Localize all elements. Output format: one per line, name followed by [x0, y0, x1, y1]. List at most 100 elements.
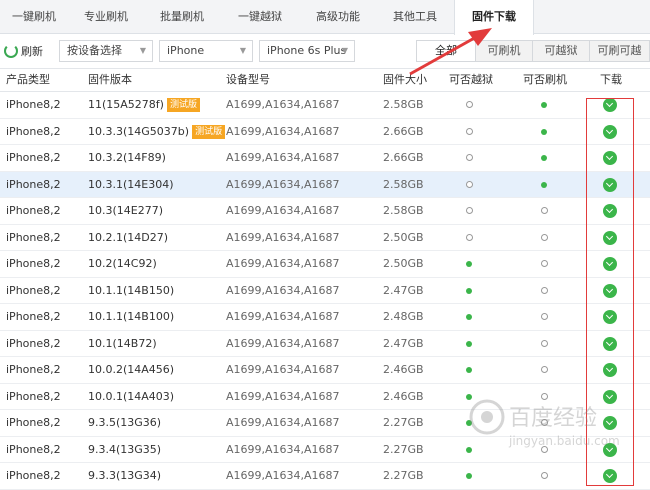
flash-no-circle-icon — [541, 472, 548, 479]
header-firmware-version[interactable]: 固件版本 — [88, 69, 132, 93]
download-icon[interactable] — [603, 389, 617, 404]
header-product-type[interactable]: 产品类型 — [6, 69, 50, 93]
select-by-device-dropdown[interactable]: 按设备选择 ▼ — [59, 40, 153, 62]
table-row[interactable]: iPhone8,2 10.3(14E277) A1699,A1634,A1687 2.… — [0, 198, 650, 225]
filter-flash-jailbreak-button[interactable]: 可刷可越 — [589, 40, 650, 62]
download-icon[interactable] — [603, 310, 617, 324]
cell-product-type: iPhone8,2 — [6, 283, 61, 297]
cell-firmware-version: 10.0.1(14A403) — [88, 384, 174, 410]
flash-no-circle-icon — [541, 286, 548, 294]
jailbreak-yes-dot-icon — [466, 420, 472, 426]
header-jailbreakable[interactable]: 可否越狱 — [449, 69, 493, 93]
table-row[interactable]: iPhone8,2 10.3.3(14G5037b) 测试版 A1699,A1634,… — [0, 119, 650, 145]
tab-other-tools[interactable]: 其他工具 — [376, 0, 454, 34]
firmware-version-text: 10.3.2(14F89) — [88, 151, 166, 164]
filter-flashable-button[interactable]: 可刷机 — [475, 40, 533, 62]
header-firmware-size[interactable]: 固件大小 — [383, 69, 427, 93]
jailbreak-yes-dot-icon — [466, 287, 472, 294]
download-icon[interactable] — [603, 336, 617, 351]
table-row[interactable]: iPhone8,2 10.2(14C92) A1699,A1634,A1687 2.5… — [0, 251, 650, 278]
table-row[interactable]: iPhone8,2 10.1.1(14B150) A1699,A1634,A1687… — [0, 278, 650, 304]
device-model-dropdown[interactable]: iPhone 6s Plus ▼ — [259, 40, 355, 62]
download-icon[interactable] — [603, 230, 617, 245]
jailbreak-yes-dot-icon — [466, 393, 472, 400]
cell-product-type: iPhone8,2 — [6, 177, 61, 191]
chevron-down-icon: ▼ — [139, 46, 146, 55]
cell-firmware-size: 2.50GB — [383, 230, 424, 244]
download-icon[interactable] — [603, 283, 617, 298]
table-row[interactable]: iPhone8,2 9.3.5(13G36) A1699,A1634,A1687 2.… — [0, 410, 650, 437]
cell-firmware-version: 10.3.2(14F89) — [88, 145, 166, 171]
table-row[interactable]: iPhone8,2 10.3.2(14F89) A1699,A1634,A1687 2… — [0, 145, 650, 172]
cell-firmware-size: 2.58GB — [383, 177, 424, 191]
download-icon[interactable] — [603, 98, 617, 112]
flash-no-circle-icon — [541, 233, 548, 241]
firmware-version-text: 10.1.1(14B150) — [88, 283, 175, 297]
cell-device-model: A1699,A1634,A1687 — [226, 416, 340, 429]
download-icon[interactable] — [603, 151, 617, 165]
download-icon[interactable] — [603, 416, 617, 430]
jailbreak-no-circle-icon — [466, 233, 473, 241]
cell-device-model: A1699,A1634,A1687 — [226, 363, 340, 376]
tab-batch-flash[interactable]: 批量刷机 — [144, 0, 220, 34]
cell-firmware-version: 10.3(14E277) — [88, 198, 163, 224]
filter-toolbar: 刷新 按设备选择 ▼ iPhone ▼ iPhone 6s Plus ▼ 全部 … — [0, 35, 650, 67]
download-icon[interactable] — [603, 257, 617, 271]
cell-firmware-version: 10.1(14B72) — [88, 331, 157, 357]
beta-badge: 测试版 — [192, 124, 226, 139]
table-row[interactable]: iPhone8,2 10.0.2(14A456) A1699,A1634,A1687… — [0, 357, 650, 384]
filter-jailbreakable-button[interactable]: 可越狱 — [532, 40, 590, 62]
refresh-button[interactable]: 刷新 — [4, 40, 50, 62]
table-row[interactable]: iPhone8,2 10.2.1(14D27) A1699,A1634,A1687 2… — [0, 225, 650, 251]
cell-device-model: A1699,A1634,A1687 — [226, 177, 340, 191]
tab-one-click-jailbreak[interactable]: 一键越狱 — [220, 0, 300, 34]
tab-advanced[interactable]: 高级功能 — [300, 0, 376, 34]
table-row[interactable]: iPhone8,2 10.1(14B72) A1699,A1634,A1687 2.4… — [0, 331, 650, 357]
cell-firmware-size: 2.66GB — [383, 124, 424, 138]
cell-firmware-size: 2.58GB — [383, 204, 424, 217]
cell-firmware-size: 2.48GB — [383, 310, 424, 323]
beta-badge: 测试版 — [166, 98, 200, 112]
table-row[interactable]: iPhone8,2 10.0.1(14A403) A1699,A1634,A1687… — [0, 384, 650, 410]
table-row[interactable]: iPhone8,2 11(15A5278f) 测试版 A1699,A1634,A168… — [0, 92, 650, 119]
cell-device-model: A1699,A1634,A1687 — [226, 442, 340, 456]
firmware-version-text: 11(15A5278f) — [88, 98, 164, 111]
device-type-dropdown[interactable]: iPhone ▼ — [159, 40, 253, 62]
cell-firmware-size: 2.58GB — [383, 98, 424, 111]
cell-firmware-size: 2.27GB — [383, 416, 424, 429]
refresh-icon — [4, 44, 18, 58]
header-flashable[interactable]: 可否刷机 — [523, 69, 567, 93]
header-device-model[interactable]: 设备型号 — [226, 69, 270, 93]
top-tab-bar: 一键刷机 专业刷机 批量刷机 一键越狱 高级功能 其他工具 固件下载 — [0, 0, 650, 35]
download-icon[interactable] — [603, 177, 617, 192]
jailbreak-yes-dot-icon — [466, 340, 472, 347]
cell-product-type: iPhone8,2 — [6, 469, 61, 482]
download-icon[interactable] — [603, 363, 617, 377]
flash-yes-dot-icon — [541, 181, 547, 188]
tab-firmware-download[interactable]: 固件下载 — [454, 0, 534, 35]
tab-one-click-flash[interactable]: 一键刷机 — [0, 0, 68, 34]
download-icon[interactable] — [603, 204, 617, 218]
flash-no-circle-icon — [541, 445, 548, 453]
cell-firmware-size: 2.66GB — [383, 151, 424, 164]
jailbreak-yes-dot-icon — [466, 261, 472, 267]
download-icon[interactable] — [603, 124, 617, 139]
filter-all-button[interactable]: 全部 — [416, 40, 476, 62]
firmware-version-text: 10.0.1(14A403) — [88, 389, 175, 403]
cell-device-model: A1699,A1634,A1687 — [226, 257, 340, 270]
table-row[interactable]: iPhone8,2 9.3.4(13G35) A1699,A1634,A1687 2.… — [0, 437, 650, 463]
cell-product-type: iPhone8,2 — [6, 442, 61, 456]
flash-yes-dot-icon — [541, 155, 547, 161]
cell-device-model: A1699,A1634,A1687 — [226, 389, 340, 403]
chevron-down-icon: ▼ — [341, 46, 348, 55]
download-icon[interactable] — [603, 442, 617, 457]
table-row[interactable]: iPhone8,2 10.3.1(14E304) A1699,A1634,A1687… — [0, 171, 650, 198]
cell-device-model: A1699,A1634,A1687 — [226, 151, 340, 164]
table-row[interactable]: iPhone8,2 10.1.1(14B100) A1699,A1634,A1687… — [0, 304, 650, 331]
download-icon[interactable] — [603, 469, 617, 483]
cell-product-type: iPhone8,2 — [6, 363, 61, 376]
tab-pro-flash[interactable]: 专业刷机 — [68, 0, 144, 34]
firmware-version-text: 10.2.1(14D27) — [88, 230, 169, 244]
firmware-version-text: 9.3.5(13G36) — [88, 416, 162, 429]
flash-no-circle-icon — [541, 392, 548, 400]
